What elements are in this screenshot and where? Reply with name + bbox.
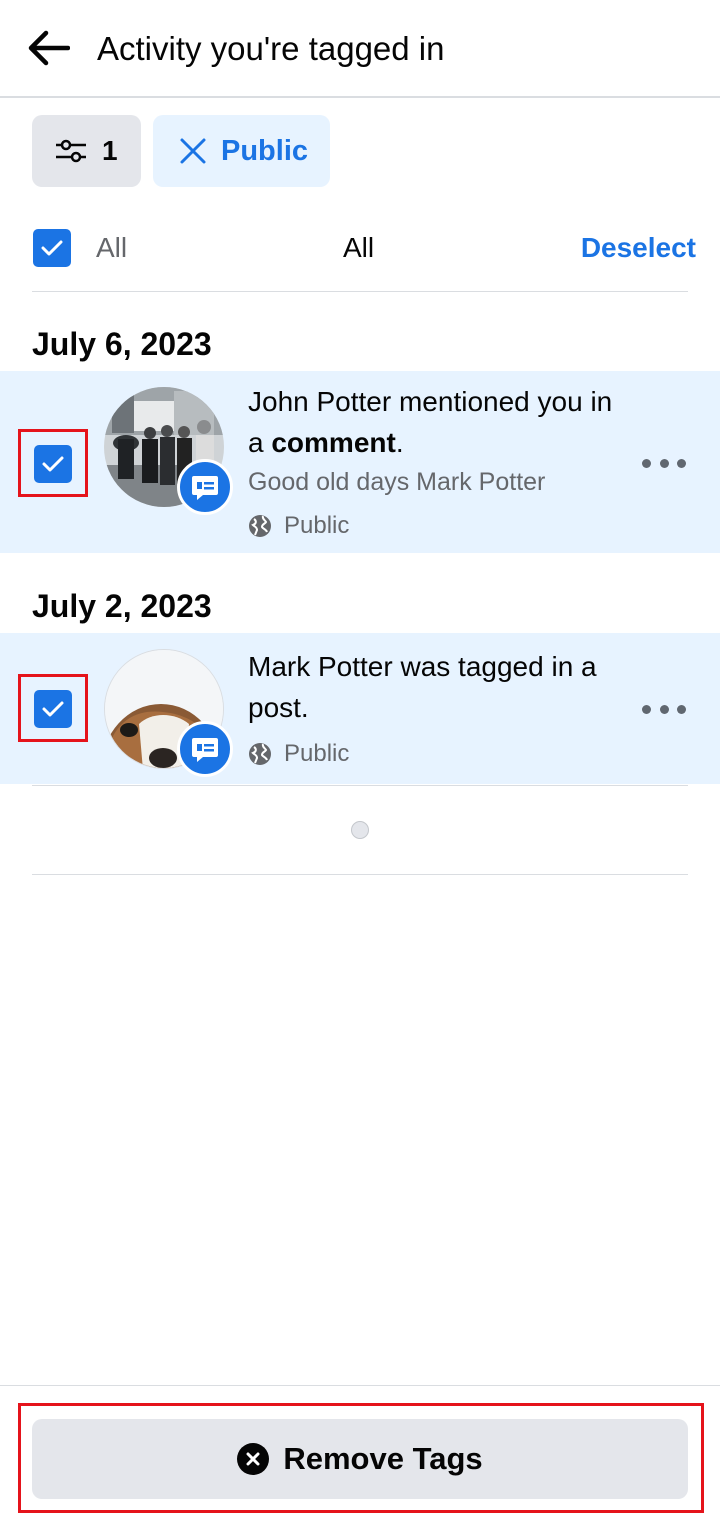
remove-tags-label: Remove Tags — [283, 1441, 483, 1476]
close-icon — [180, 138, 206, 164]
divider — [32, 874, 688, 875]
remove-circle-icon — [237, 1443, 270, 1475]
privacy-indicator: Public — [248, 512, 349, 540]
check-icon — [41, 240, 63, 256]
check-icon — [42, 456, 64, 472]
activity-type-dropdown[interactable]: All — [343, 232, 374, 264]
more-options-button[interactable] — [642, 699, 686, 719]
privacy-label: Public — [284, 740, 350, 767]
list-item[interactable]: John Potter mentioned you in a comment. … — [0, 371, 720, 553]
select-all-label: All — [96, 232, 128, 263]
top-app-bar: Activity you're tagged in — [0, 0, 720, 98]
loading-indicator — [351, 821, 369, 839]
page-title: Activity you're tagged in — [97, 30, 445, 67]
select-all-row: All All Deselect — [32, 224, 696, 272]
back-arrow-icon — [28, 30, 70, 66]
divider — [32, 785, 688, 786]
filter-count: 1 — [102, 135, 118, 166]
comment-badge-icon — [177, 721, 233, 777]
date-heading: July 2, 2023 — [32, 588, 212, 624]
back-button[interactable] — [22, 24, 74, 72]
divider — [32, 291, 688, 292]
public-chip-label: Public — [221, 134, 309, 167]
globe-icon — [249, 743, 271, 765]
privacy-indicator: Public — [248, 740, 349, 768]
deselect-button[interactable]: Deselect — [581, 232, 696, 264]
comment-badge-icon — [177, 459, 233, 515]
item-description: Mark Potter was tagged in a post. — [248, 651, 597, 723]
select-all-checkbox[interactable] — [33, 229, 71, 267]
more-options-button[interactable] — [642, 453, 686, 473]
public-filter-chip[interactable]: Public — [153, 115, 330, 187]
item-checkbox[interactable] — [34, 445, 72, 483]
item-subtext: Good old days Mark Potter — [248, 468, 546, 496]
privacy-label: Public — [284, 512, 350, 539]
remove-tags-button[interactable]: Remove Tags — [32, 1419, 688, 1499]
sliders-icon — [56, 139, 86, 163]
item-checkbox[interactable] — [34, 690, 72, 728]
date-heading: July 6, 2023 — [32, 326, 212, 362]
globe-icon — [249, 515, 271, 537]
filter-button[interactable]: 1 — [32, 115, 141, 187]
check-icon — [42, 701, 64, 717]
item-description: John Potter mentioned you in a comment. — [248, 386, 613, 458]
list-item[interactable]: Mark Potter was tagged in a post. Public — [0, 633, 720, 784]
